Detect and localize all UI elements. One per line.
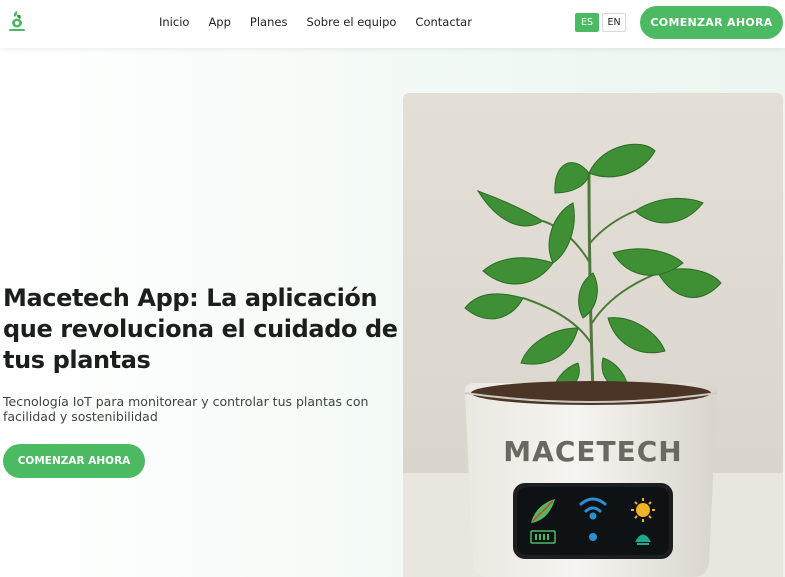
- hero-cta-button[interactable]: COMENZAR AHORA: [3, 444, 145, 478]
- logo-icon[interactable]: [6, 9, 28, 33]
- site-header: Inicio App Planes Sobre el equipo Contac…: [0, 0, 785, 48]
- nav-planes[interactable]: Planes: [250, 15, 288, 29]
- lang-en-button[interactable]: EN: [602, 13, 626, 32]
- dot-icon: [589, 533, 597, 541]
- nav-sobre-el-equipo[interactable]: Sobre el equipo: [306, 15, 396, 29]
- hero-subtitle: Tecnología IoT para monitorear y control…: [3, 394, 369, 424]
- nav-app[interactable]: App: [208, 15, 230, 29]
- smart-pot-illustration: MACETECH: [403, 93, 783, 577]
- nav-inicio[interactable]: Inicio: [159, 15, 189, 29]
- hero-title: Macetech App: La aplicación que revoluci…: [3, 284, 398, 374]
- header-cta-button[interactable]: COMENZAR AHORA: [640, 6, 783, 39]
- language-switcher: ES EN: [575, 13, 626, 32]
- main-nav: Inicio App Planes Sobre el equipo Contac…: [159, 0, 491, 44]
- hero-image: MACETECH: [403, 93, 783, 577]
- nav-contactar[interactable]: Contactar: [415, 15, 472, 29]
- pot-brand-label: MACETECH: [503, 435, 682, 468]
- lang-es-button[interactable]: ES: [575, 13, 599, 32]
